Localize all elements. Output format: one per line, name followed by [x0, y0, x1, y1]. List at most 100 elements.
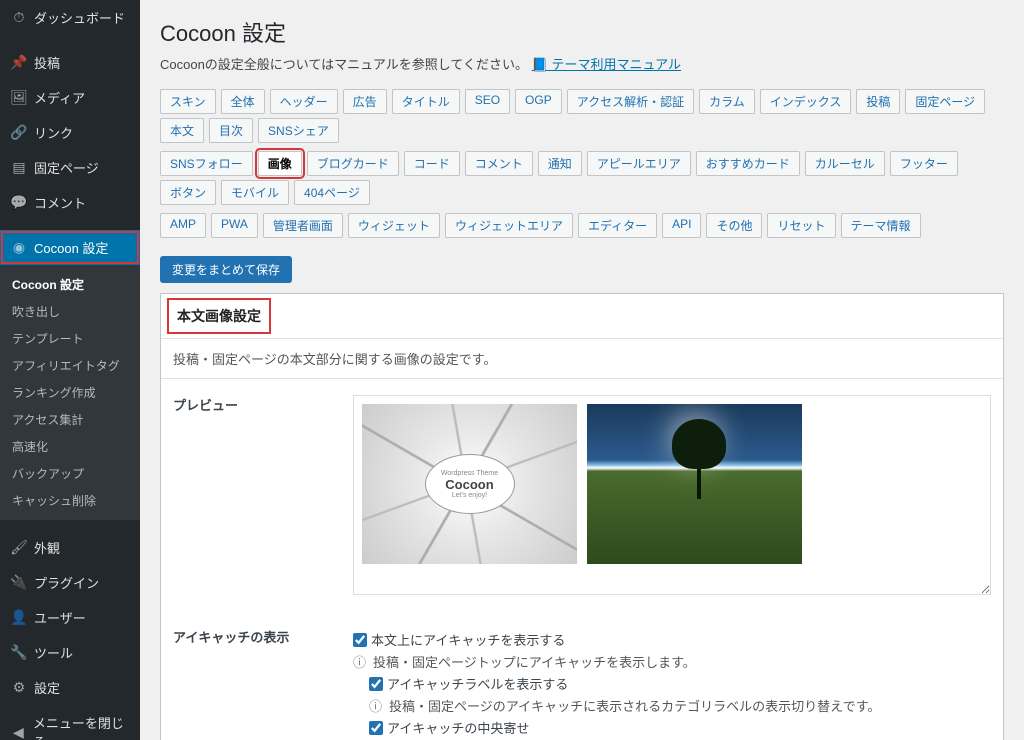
page-icon: ▤ [10, 159, 28, 176]
tab-SEO[interactable]: SEO [465, 89, 510, 114]
sidebar-item-label: コメント [34, 193, 86, 212]
tab-広告[interactable]: 広告 [343, 89, 387, 114]
submenu-cache[interactable]: キャッシュ削除 [0, 487, 140, 514]
checkbox-label[interactable]: 本文上にアイキャッチを表示する [371, 630, 565, 649]
cocoon-logo: Wordpress Theme Cocoon Let's enjoy! [425, 454, 515, 514]
sidebar-item-settings[interactable]: ⚙設定 [0, 670, 140, 705]
intro-text: Cocoonの設定全般についてはマニュアルを参照してください。 [160, 57, 528, 72]
submenu-cocoon-settings[interactable]: Cocoon 設定 [0, 271, 140, 298]
tab-固定ページ[interactable]: 固定ページ [905, 89, 985, 114]
brush-icon: 🖌 [10, 539, 28, 556]
sidebar-item-pages[interactable]: ▤固定ページ [0, 150, 140, 185]
row-preview: プレビュー Wordpress Theme Cocoon Let's enjoy… [161, 379, 1003, 611]
tab-本文[interactable]: 本文 [160, 118, 204, 143]
manual-link-text: テーマ利用マニュアル [551, 57, 681, 72]
sidebar-item-label: メニューを閉じる [33, 713, 130, 740]
info-row: ⓘ 投稿・固定ページトップにアイキャッチを表示します。 [353, 652, 991, 671]
sidebar-item-plugins[interactable]: 🔌プラグイン [0, 565, 140, 600]
sidebar-collapse[interactable]: ◀メニューを閉じる [0, 705, 140, 740]
submenu-affiliate[interactable]: アフィリエイトタグ [0, 352, 140, 379]
tab-アクセス解析・認証[interactable]: アクセス解析・認証 [567, 89, 694, 114]
checkbox[interactable] [369, 677, 383, 691]
tree-icon [697, 439, 701, 499]
media-icon: 🖼 [10, 89, 28, 106]
preview-image-cocoon: Wordpress Theme Cocoon Let's enjoy! [362, 404, 577, 564]
tab-管理者画面[interactable]: 管理者画面 [263, 213, 343, 238]
checkbox[interactable] [353, 633, 367, 647]
info-icon: ⓘ [369, 696, 383, 715]
sidebar-item-media[interactable]: 🖼メディア [0, 80, 140, 115]
content-area: Cocoon 設定 Cocoonの設定全般についてはマニュアルを参照してください… [140, 0, 1024, 740]
checkbox[interactable] [369, 721, 383, 735]
sidebar-item-label: ダッシュボード [34, 8, 125, 27]
tab-ボタン[interactable]: ボタン [160, 180, 216, 205]
sidebar-item-users[interactable]: 👤ユーザー [0, 600, 140, 635]
page-title: Cocoon 設定 [160, 16, 1004, 48]
tab-404ページ[interactable]: 404ページ [294, 180, 370, 205]
sidebar-item-dashboard[interactable]: ⏱ ダッシュボード [0, 0, 140, 35]
plugin-icon: 🔌 [10, 574, 28, 591]
submenu-ranking[interactable]: ランキング作成 [0, 379, 140, 406]
sidebar-item-comments[interactable]: 💬コメント [0, 185, 140, 220]
tab-ウィジェットエリア[interactable]: ウィジェットエリア [445, 213, 573, 238]
tab-目次[interactable]: 目次 [209, 118, 253, 143]
sidebar-item-posts[interactable]: 📌 投稿 [0, 45, 140, 80]
tab-投稿[interactable]: 投稿 [856, 89, 900, 114]
checkbox-row: アイキャッチの中央寄せ [369, 718, 991, 737]
logo-name: Cocoon [445, 477, 493, 492]
checkbox-row: 本文上にアイキャッチを表示する [353, 630, 991, 649]
tab-コード[interactable]: コード [404, 151, 460, 176]
sidebar-item-label: 投稿 [34, 53, 60, 72]
tab-タイトル[interactable]: タイトル [392, 89, 460, 114]
preview-label: プレビュー [173, 395, 353, 414]
tab-画像[interactable]: 画像 [258, 151, 302, 176]
tab-カルーセル[interactable]: カルーセル [805, 151, 885, 176]
tab-ウィジェット[interactable]: ウィジェット [348, 213, 440, 238]
tab-スキン[interactable]: スキン [160, 89, 216, 114]
tab-ヘッダー[interactable]: ヘッダー [270, 89, 338, 114]
submenu-backup[interactable]: バックアップ [0, 460, 140, 487]
save-all-button[interactable]: 変更をまとめて保存 [160, 256, 292, 283]
tab-フッター[interactable]: フッター [890, 151, 958, 176]
dashboard-icon: ⏱ [10, 9, 28, 26]
tab-テーマ情報[interactable]: テーマ情報 [841, 213, 921, 238]
sidebar-item-cocoon-settings[interactable]: ◉Cocoon 設定 [0, 230, 140, 265]
tab-SNSシェア[interactable]: SNSシェア [258, 118, 339, 143]
tab-OGP[interactable]: OGP [515, 89, 562, 114]
tab-インデックス[interactable]: インデックス [760, 89, 852, 114]
tab-ブログカード[interactable]: ブログカード [307, 151, 399, 176]
tab-アピールエリア[interactable]: アピールエリア [587, 151, 691, 176]
submenu-speech[interactable]: 吹き出し [0, 298, 140, 325]
submenu-template[interactable]: テンプレート [0, 325, 140, 352]
panel-heading-text: 本文画像設定 [173, 304, 265, 328]
sidebar-item-links[interactable]: 🔗リンク [0, 115, 140, 150]
tab-全体[interactable]: 全体 [221, 89, 265, 114]
tab-AMP[interactable]: AMP [160, 213, 206, 238]
panel-heading: 本文画像設定 [161, 294, 1003, 339]
tab-モバイル[interactable]: モバイル [221, 180, 289, 205]
tab-通知[interactable]: 通知 [538, 151, 582, 176]
sidebar-item-tools[interactable]: 🔧ツール [0, 635, 140, 670]
sidebar-item-label: 外観 [34, 538, 60, 557]
info-text: 投稿・固定ページトップにアイキャッチを表示します。 [373, 652, 696, 671]
checkbox-label[interactable]: アイキャッチの中央寄せ [387, 718, 529, 737]
tab-リセット[interactable]: リセット [767, 213, 835, 238]
tab-SNSフォロー[interactable]: SNSフォロー [160, 151, 253, 176]
tab-コメント[interactable]: コメント [465, 151, 533, 176]
tab-API[interactable]: API [662, 213, 701, 238]
submenu-speedup[interactable]: 高速化 [0, 433, 140, 460]
tab-おすすめカード[interactable]: おすすめカード [696, 151, 800, 176]
checkbox-label[interactable]: アイキャッチラベルを表示する [387, 674, 568, 693]
sidebar-item-label: リンク [34, 123, 73, 142]
info-icon: ⓘ [353, 652, 367, 671]
tab-エディター[interactable]: エディター [578, 213, 657, 238]
pin-icon: 📌 [10, 54, 28, 71]
submenu-access[interactable]: アクセス集計 [0, 406, 140, 433]
tab-その他[interactable]: その他 [706, 213, 762, 238]
tab-カラム[interactable]: カラム [699, 89, 755, 114]
manual-link[interactable]: 📘 テーマ利用マニュアル [532, 57, 681, 72]
eyecatch-field: 本文上にアイキャッチを表示するⓘ投稿・固定ページトップにアイキャッチを表示します… [353, 627, 991, 740]
sidebar-item-label: ツール [34, 643, 73, 662]
tab-PWA[interactable]: PWA [211, 213, 258, 238]
sidebar-item-appearance[interactable]: 🖌 外観 [0, 530, 140, 565]
